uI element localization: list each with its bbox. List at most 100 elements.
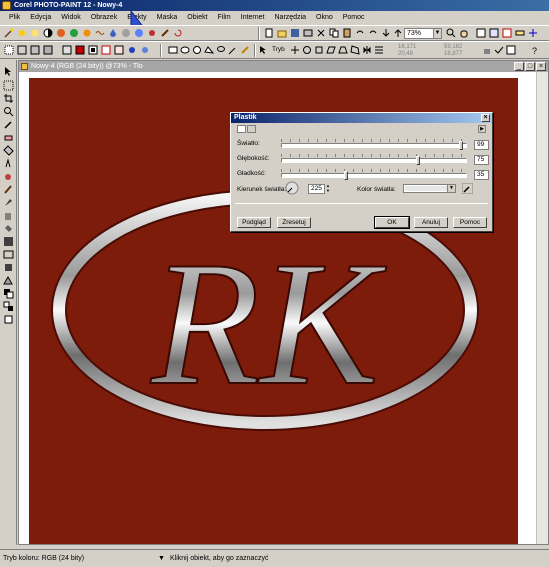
circle-shape-icon[interactable] <box>192 45 202 55</box>
emboss-icon[interactable] <box>121 28 131 38</box>
menu-edycja[interactable]: Edycja <box>25 11 56 25</box>
mask-xor-icon[interactable] <box>62 45 72 55</box>
magic-wand-mask-icon[interactable] <box>228 45 238 55</box>
redeye-tool-icon[interactable] <box>3 145 14 156</box>
interactive-tool-icon[interactable] <box>3 275 14 286</box>
scale-icon[interactable] <box>314 45 324 55</box>
swirl-icon[interactable] <box>173 28 183 38</box>
copy-icon[interactable] <box>329 28 339 38</box>
zoom-select[interactable]: 73% ▼ <box>404 28 442 39</box>
import-icon[interactable] <box>381 28 391 38</box>
menu-narzedzia[interactable]: Narzędzia <box>270 11 312 25</box>
status-arrow-icon[interactable]: ▼ <box>158 550 165 567</box>
smoothness-slider-thumb[interactable] <box>344 171 348 180</box>
minimize-button[interactable]: _ <box>514 62 524 71</box>
expand-arrow-icon[interactable]: ▶ <box>478 125 486 133</box>
eyedropper-icon[interactable] <box>462 183 473 194</box>
depth-slider-thumb[interactable] <box>416 156 420 165</box>
mask-intersect-icon[interactable] <box>43 45 53 55</box>
guidelines-icon[interactable] <box>528 28 538 38</box>
hand-icon[interactable] <box>459 28 469 38</box>
lasso-icon[interactable] <box>216 45 226 55</box>
brush-mask-icon[interactable] <box>240 45 250 55</box>
mask-subtract-icon[interactable] <box>30 45 40 55</box>
menu-obrazek[interactable]: Obrazek <box>86 11 122 25</box>
scan-icon[interactable] <box>303 28 313 38</box>
menu-obiekt[interactable]: Obiekt <box>182 11 212 25</box>
sun-icon[interactable] <box>82 28 92 38</box>
cut-icon[interactable] <box>316 28 326 38</box>
perspective-icon[interactable] <box>338 45 348 55</box>
help-button[interactable]: Pomoc <box>453 217 487 228</box>
paper-color-icon[interactable] <box>3 314 14 325</box>
undo-icon[interactable] <box>355 28 365 38</box>
grid-icon[interactable] <box>502 28 512 38</box>
reset-button[interactable]: Zresetuj <box>277 217 311 228</box>
mask-toggle-icon[interactable] <box>476 28 486 38</box>
mask-color-icon[interactable] <box>75 45 85 55</box>
direction-spinner[interactable]: ▲ ▼ <box>325 183 331 194</box>
menu-plik[interactable]: Plik <box>4 11 25 25</box>
crop-tool-icon[interactable] <box>3 93 14 104</box>
light-value-field[interactable]: 99 <box>474 140 489 150</box>
pick-tool-icon[interactable] <box>3 66 14 77</box>
menu-pomoc[interactable]: Pomoc <box>338 11 370 25</box>
menu-internet[interactable]: Internet <box>236 11 270 25</box>
menu-widok[interactable]: Widok <box>56 11 85 25</box>
wand-icon[interactable] <box>4 28 14 38</box>
noise-icon[interactable] <box>147 28 157 38</box>
mask-remove-icon[interactable] <box>101 45 111 55</box>
pick-tool-icon[interactable] <box>258 45 268 55</box>
swap-colors-icon[interactable] <box>3 301 14 312</box>
touchup-tool-icon[interactable] <box>3 171 14 182</box>
zoom-tool-icon[interactable] <box>3 106 14 117</box>
fill-tool-icon[interactable] <box>3 223 14 234</box>
preview-single-icon[interactable] <box>237 125 246 133</box>
rect-shape-icon[interactable] <box>168 45 178 55</box>
mask-invert-icon[interactable] <box>88 45 98 55</box>
transparency-tool-icon[interactable] <box>3 236 14 247</box>
mask-tool-icon[interactable] <box>3 80 14 91</box>
smoothness-slider[interactable] <box>281 173 467 178</box>
text-tool-icon[interactable] <box>3 262 14 273</box>
object-icon[interactable] <box>127 45 137 55</box>
mask-select-icon[interactable] <box>114 45 124 55</box>
wave-icon[interactable] <box>95 28 105 38</box>
transform-icon[interactable] <box>290 45 300 55</box>
apply-icon[interactable] <box>494 45 504 55</box>
ok-button[interactable]: OK <box>374 216 410 229</box>
sphere-icon[interactable] <box>134 28 144 38</box>
blur-icon[interactable] <box>30 28 40 38</box>
maximize-button[interactable]: □ <box>525 62 535 71</box>
preview-button[interactable]: Podgląd <box>237 217 271 228</box>
paste-icon[interactable] <box>342 28 352 38</box>
depth-value-field[interactable]: 75 <box>474 155 489 165</box>
colors-icon[interactable] <box>3 288 14 299</box>
save-icon[interactable] <box>290 28 300 38</box>
ruler-icon[interactable] <box>515 28 525 38</box>
new-file-icon[interactable] <box>264 28 274 38</box>
palette-icon[interactable] <box>69 28 79 38</box>
clone-tool-icon[interactable] <box>3 158 14 169</box>
light-color-select[interactable]: ▼ <box>403 184 456 193</box>
redo-icon[interactable] <box>368 28 378 38</box>
smoothness-value-field[interactable]: 35 <box>474 170 489 180</box>
star-icon[interactable] <box>17 28 27 38</box>
paint-tool-icon[interactable] <box>3 184 14 195</box>
zoom-in-icon[interactable] <box>446 28 456 38</box>
vertical-scrollbar[interactable] <box>536 72 548 544</box>
rotate-icon[interactable] <box>302 45 312 55</box>
light-slider[interactable] <box>281 143 467 148</box>
eyedropper-tool-icon[interactable] <box>3 119 14 130</box>
menu-okno[interactable]: Okno <box>311 11 338 25</box>
depth-slider[interactable] <box>281 158 467 163</box>
mask-add-icon[interactable] <box>17 45 27 55</box>
menu-maska[interactable]: Maska <box>152 11 183 25</box>
chevron-down-icon[interactable]: ▼ <box>447 185 455 192</box>
color-icon[interactable] <box>56 28 66 38</box>
direction-dial-icon[interactable] <box>285 181 299 195</box>
fullscreen-icon[interactable] <box>489 28 499 38</box>
close-button[interactable]: × <box>536 62 546 71</box>
help-icon[interactable]: ? <box>530 45 540 55</box>
ellipse-shape-icon[interactable] <box>180 45 190 55</box>
